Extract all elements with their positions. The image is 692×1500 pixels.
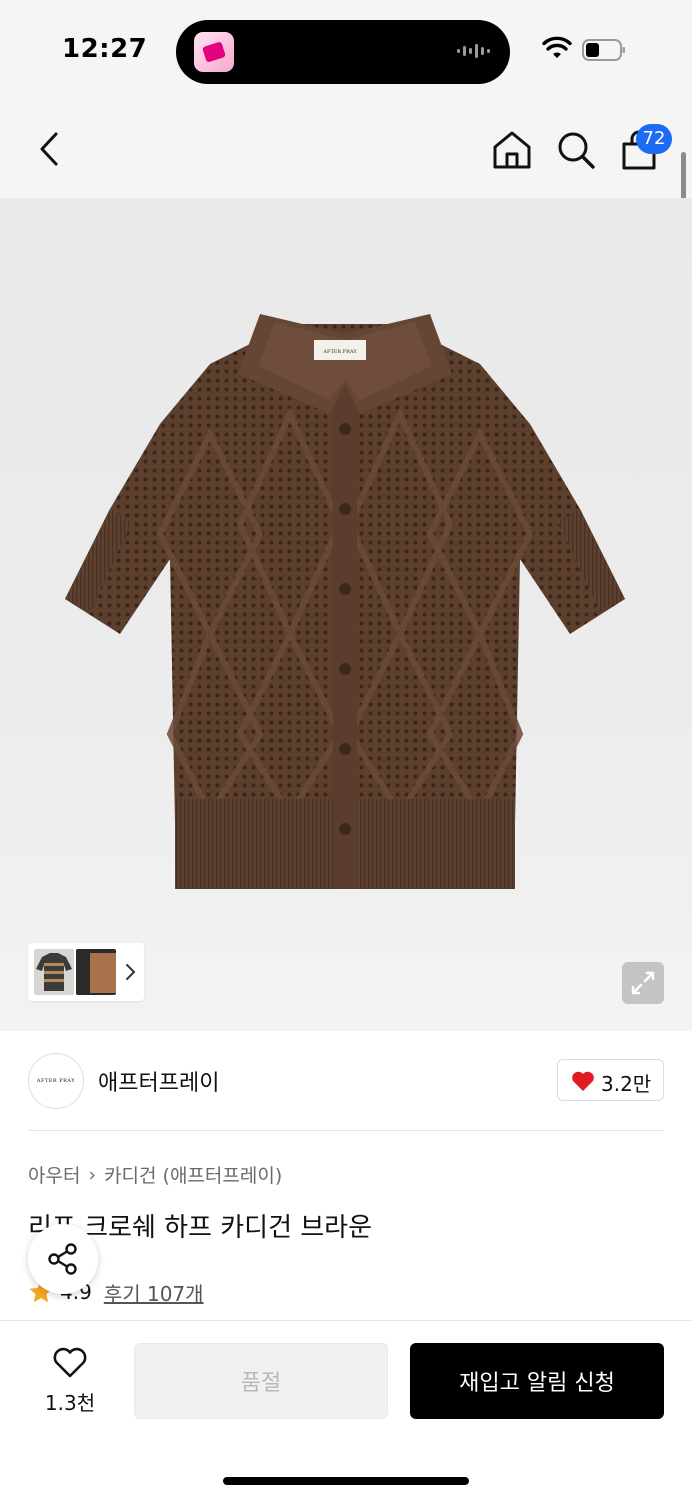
breadcrumb-separator-icon: › bbox=[88, 1163, 97, 1186]
wish-count: 1.3천 bbox=[44, 1391, 96, 1415]
product-image-gallery[interactable]: AFTER PRAY bbox=[0, 198, 692, 1031]
collar-tag-text: AFTER PRAY bbox=[322, 349, 357, 355]
bottom-action-bar: 1.3천 품절 재입고 알림 신청 bbox=[0, 1320, 692, 1500]
heart-outline-icon[interactable] bbox=[52, 1347, 88, 1379]
brand-logo-text: AFTER PRAY bbox=[36, 1078, 76, 1084]
wifi-icon bbox=[542, 36, 572, 58]
brand-like-count: 3.2만 bbox=[601, 1072, 652, 1096]
app-icon bbox=[194, 32, 234, 72]
breadcrumb: 아우터 › 카디건 (애프터프레이) bbox=[28, 1161, 282, 1188]
brown-cardigan-thumbnail[interactable] bbox=[76, 949, 116, 995]
breadcrumb-item-outer[interactable]: 아우터 bbox=[28, 1161, 80, 1188]
breadcrumb-item-cardigan[interactable]: 카디건 (애프터프레이) bbox=[104, 1161, 282, 1188]
expand-icon[interactable] bbox=[622, 962, 664, 1004]
heart-filled-icon bbox=[572, 1071, 594, 1091]
divider bbox=[28, 1130, 664, 1131]
brand-like-button[interactable]: 3.2만 bbox=[557, 1059, 664, 1101]
home-indicator[interactable] bbox=[223, 1477, 469, 1485]
thumbnail-strip[interactable] bbox=[28, 943, 144, 1001]
status-bar: 12:27 bbox=[0, 0, 692, 100]
brand-logo[interactable]: AFTER PRAY bbox=[28, 1053, 84, 1109]
brand-name[interactable]: 애프터프레이 bbox=[98, 1065, 219, 1097]
top-navigation bbox=[0, 100, 692, 198]
chevron-right-icon[interactable] bbox=[124, 961, 138, 983]
striped-cardigan-thumbnail[interactable] bbox=[34, 949, 74, 995]
brand-row[interactable]: AFTER PRAY 애프터프레이 3.2만 bbox=[0, 1031, 692, 1131]
review-count-link[interactable]: 후기 107개 bbox=[104, 1278, 204, 1307]
share-icon bbox=[48, 1243, 77, 1275]
battery-icon bbox=[582, 39, 625, 61]
status-time: 12:27 bbox=[62, 34, 148, 64]
product-image[interactable]: AFTER PRAY bbox=[60, 304, 630, 894]
dynamic-island[interactable] bbox=[176, 20, 510, 84]
cart-count-badge: 72 bbox=[636, 124, 672, 154]
audio-wave-icon bbox=[457, 44, 490, 58]
back-icon[interactable] bbox=[30, 128, 70, 170]
soldout-button: 품절 bbox=[134, 1343, 388, 1419]
home-icon[interactable] bbox=[490, 128, 534, 172]
restock-alert-button[interactable]: 재입고 알림 신청 bbox=[410, 1343, 664, 1419]
search-icon[interactable] bbox=[554, 128, 598, 172]
share-button[interactable] bbox=[28, 1224, 98, 1294]
